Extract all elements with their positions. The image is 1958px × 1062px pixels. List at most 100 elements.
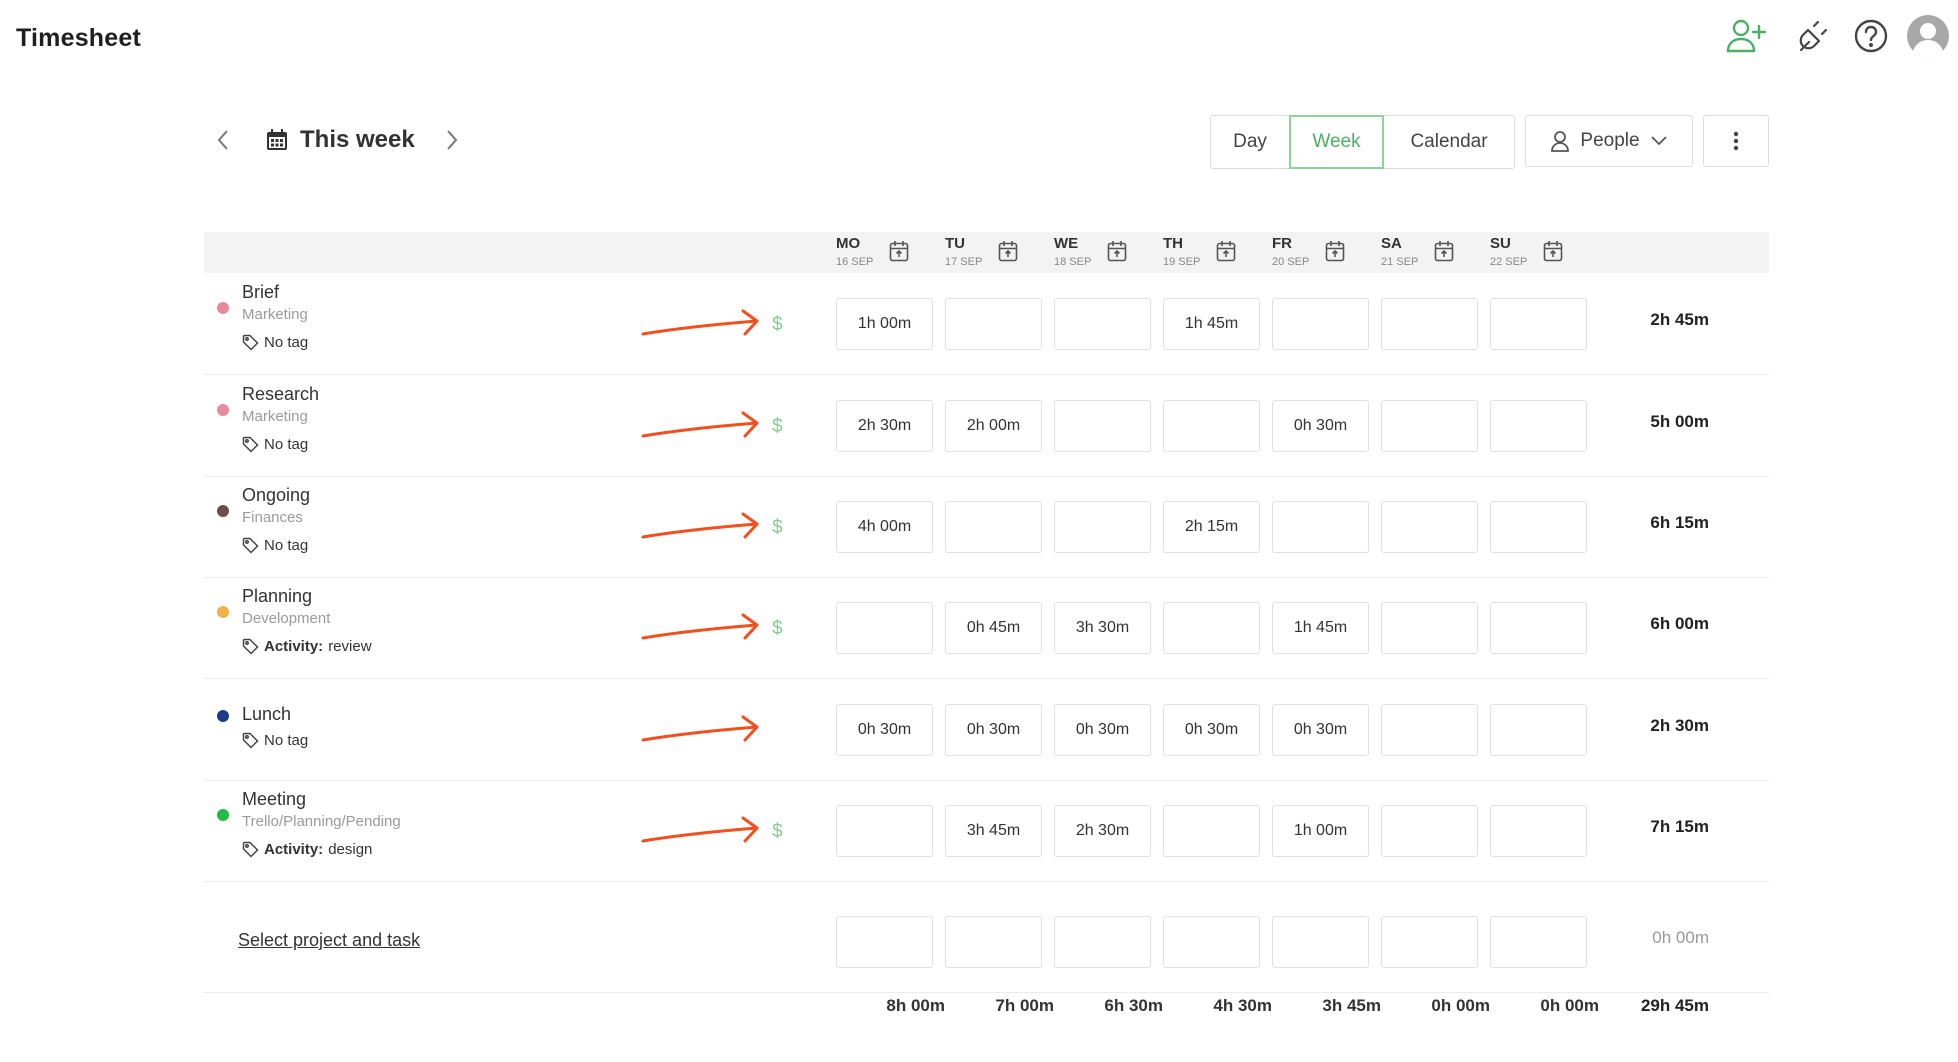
plug-icon[interactable] [1792, 14, 1836, 58]
time-cell[interactable]: 2h 30m [1054, 805, 1151, 857]
time-cell[interactable] [1272, 298, 1369, 350]
calendar-icon[interactable] [1325, 240, 1345, 267]
time-cell[interactable]: 4h 00m [836, 501, 933, 553]
row-total: 0h 00m [1652, 928, 1709, 947]
billable-dollar-icon[interactable]: $ [772, 618, 783, 640]
avatar[interactable] [1906, 14, 1950, 58]
time-cell[interactable]: 2h 30m [836, 400, 933, 452]
time-cell[interactable]: 1h 45m [1163, 298, 1260, 350]
tab-week[interactable]: Week [1289, 115, 1384, 169]
more-options-button[interactable] [1703, 115, 1769, 167]
time-cell[interactable]: 2h 00m [945, 400, 1042, 452]
row-total: 2h 45m [1650, 310, 1709, 329]
time-cell[interactable] [1163, 916, 1260, 968]
task-name[interactable]: Meeting [242, 789, 306, 810]
people-dropdown[interactable]: People [1525, 115, 1693, 167]
tag-selector[interactable]: No tag [242, 334, 308, 351]
time-cell[interactable] [1381, 400, 1478, 452]
row-total: 6h 00m [1650, 614, 1709, 633]
time-cell[interactable]: 3h 45m [945, 805, 1042, 857]
tag-icon [242, 841, 259, 858]
time-cell[interactable] [836, 602, 933, 654]
tag-selector[interactable]: Activity: review [242, 638, 372, 655]
tag-selector[interactable]: Activity: design [242, 841, 372, 858]
tag-selector[interactable]: No tag [242, 732, 308, 749]
time-cell[interactable] [1272, 501, 1369, 553]
tag-selector[interactable]: No tag [242, 537, 308, 554]
previous-week-button[interactable] [210, 123, 236, 157]
calendar-icon[interactable] [889, 240, 909, 267]
time-cell[interactable]: 2h 15m [1163, 501, 1260, 553]
billable-dollar-icon[interactable]: $ [772, 517, 783, 539]
person-icon [1551, 131, 1570, 152]
calendar-icon[interactable] [998, 240, 1018, 267]
billable-dollar-icon[interactable]: $ [772, 314, 783, 336]
time-cell[interactable]: 1h 45m [1272, 602, 1369, 654]
time-cell[interactable] [836, 916, 933, 968]
task-name[interactable]: Brief [242, 282, 279, 303]
time-cell[interactable] [1163, 400, 1260, 452]
time-cell[interactable]: 0h 30m [836, 704, 933, 756]
select-project-task-link[interactable]: Select project and task [238, 930, 420, 951]
time-cell[interactable]: 0h 30m [1054, 704, 1151, 756]
tab-calendar[interactable]: Calendar [1384, 116, 1514, 168]
time-cell[interactable] [1163, 805, 1260, 857]
time-cell[interactable] [1381, 704, 1478, 756]
tag-value: design [328, 841, 373, 858]
time-cell[interactable] [1490, 501, 1587, 553]
time-cell[interactable]: 3h 30m [1054, 602, 1151, 654]
task-name[interactable]: Ongoing [242, 485, 310, 506]
time-cell[interactable] [1490, 704, 1587, 756]
billable-dollar-icon[interactable]: $ [772, 416, 783, 438]
task-name[interactable]: Lunch [242, 704, 291, 725]
time-cell[interactable] [1054, 916, 1151, 968]
project-name: Marketing [242, 408, 308, 425]
day-date: 21 SEP [1381, 256, 1419, 268]
time-cell[interactable] [836, 805, 933, 857]
time-cell[interactable] [1490, 602, 1587, 654]
day-total: 0h 00m [1431, 996, 1490, 1015]
time-cell[interactable] [1272, 916, 1369, 968]
calendar-icon[interactable] [1107, 240, 1127, 267]
task-name[interactable]: Research [242, 384, 319, 405]
next-week-button[interactable] [439, 123, 465, 157]
calendar-icon[interactable] [1543, 240, 1563, 267]
time-cell[interactable] [1381, 916, 1478, 968]
time-cell[interactable] [1490, 298, 1587, 350]
tag-selector[interactable]: No tag [242, 436, 308, 453]
time-cell[interactable] [1054, 501, 1151, 553]
time-cell[interactable] [1490, 916, 1587, 968]
time-cell[interactable]: 1h 00m [1272, 805, 1369, 857]
add-user-icon[interactable] [1724, 14, 1768, 58]
time-cell[interactable]: 0h 45m [945, 602, 1042, 654]
tab-day[interactable]: Day [1211, 116, 1289, 168]
time-cell[interactable]: 0h 30m [1163, 704, 1260, 756]
day-total: 0h 00m [1540, 996, 1599, 1015]
time-cell[interactable]: 1h 00m [836, 298, 933, 350]
time-cell[interactable] [1381, 805, 1478, 857]
week-picker[interactable]: This week [266, 126, 415, 154]
time-cell[interactable]: 0h 30m [1272, 400, 1369, 452]
calendar-icon[interactable] [1434, 240, 1454, 267]
help-icon[interactable] [1849, 14, 1893, 58]
time-cell[interactable]: 0h 30m [945, 704, 1042, 756]
time-cell[interactable] [945, 916, 1042, 968]
time-cell[interactable] [1054, 400, 1151, 452]
project-name: Finances [242, 509, 303, 526]
calendar-icon[interactable] [1216, 240, 1236, 267]
time-cell[interactable]: 0h 30m [1272, 704, 1369, 756]
time-cell[interactable] [945, 298, 1042, 350]
time-cell[interactable] [1381, 501, 1478, 553]
time-cell[interactable] [1381, 298, 1478, 350]
day-total: 6h 30m [1104, 996, 1163, 1015]
time-cell[interactable] [945, 501, 1042, 553]
billable-dollar-icon[interactable]: $ [772, 821, 783, 843]
time-cell[interactable] [1490, 805, 1587, 857]
arrow-annotation-icon [639, 509, 763, 548]
time-cell[interactable] [1381, 602, 1478, 654]
time-cell[interactable] [1490, 400, 1587, 452]
task-name[interactable]: Planning [242, 586, 312, 607]
day-abbr: SA [1381, 235, 1402, 252]
time-cell[interactable] [1054, 298, 1151, 350]
time-cell[interactable] [1163, 602, 1260, 654]
